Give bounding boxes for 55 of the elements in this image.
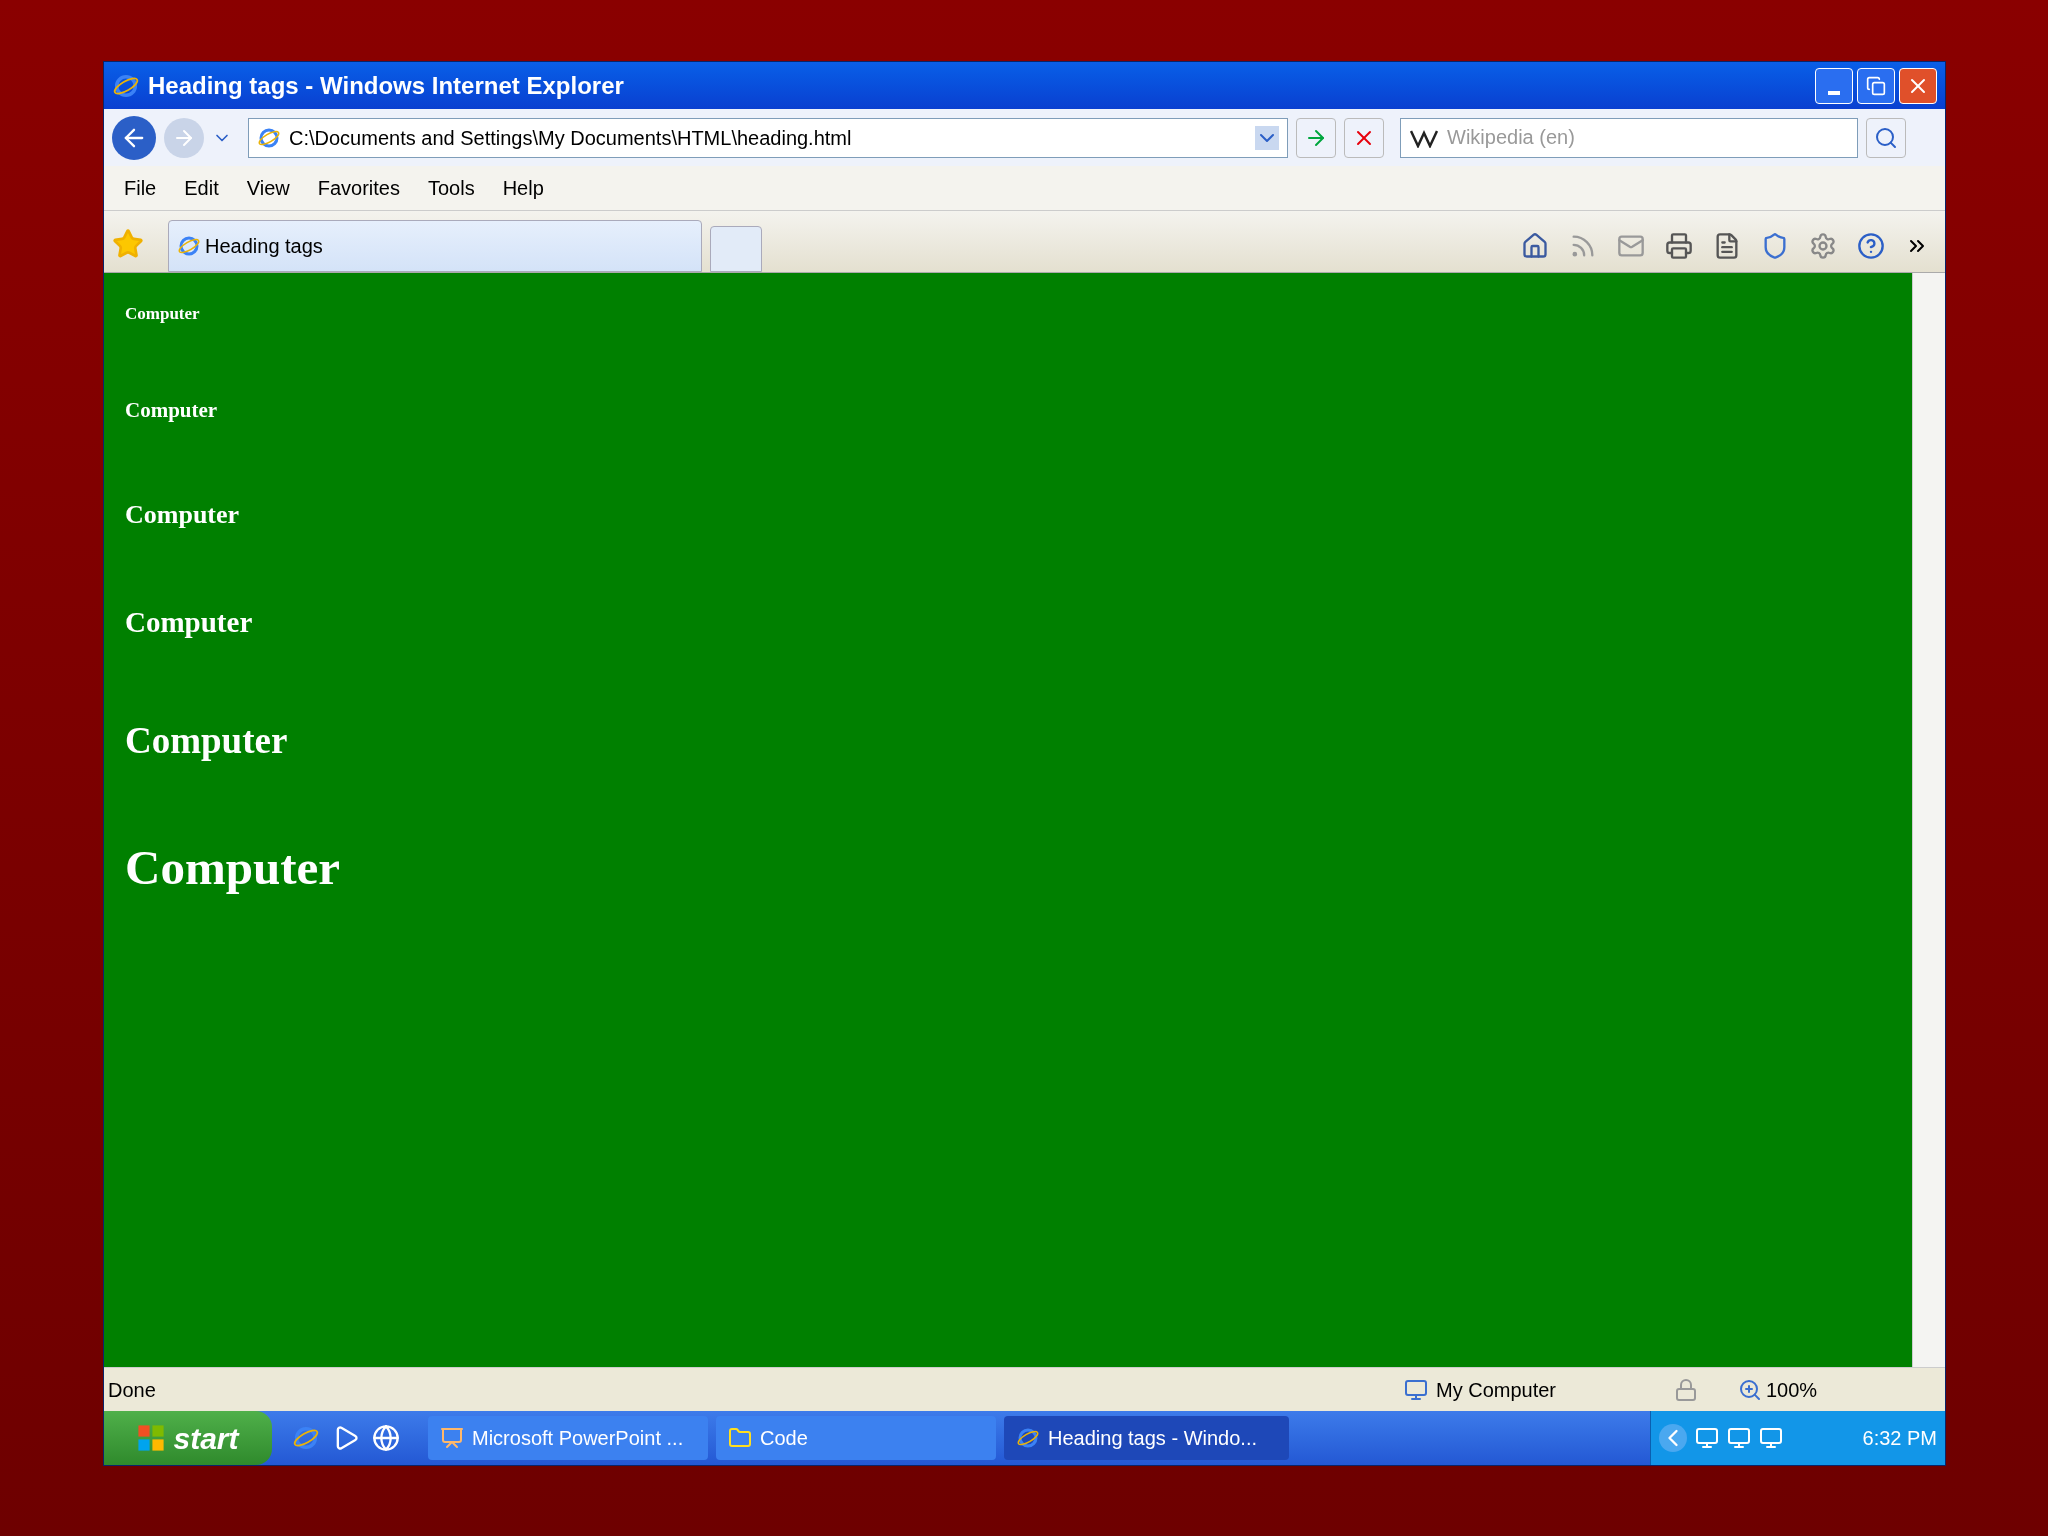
settings-icon[interactable] (1809, 232, 1837, 260)
heading: Computer (125, 720, 288, 761)
computer-icon (1404, 1377, 1428, 1402)
menu-item[interactable]: Edit (172, 173, 231, 203)
minimize-icon (1828, 90, 1840, 95)
zone-text: My Computer (1436, 1377, 1557, 1403)
expand-tray-icon[interactable] (1659, 1424, 1687, 1452)
window-title: Heading tags - Windows Internet Explorer (148, 70, 624, 101)
scrollbar[interactable] (1912, 273, 1945, 1367)
menu-item[interactable]: View (234, 173, 302, 203)
print-icon[interactable] (1665, 232, 1693, 260)
start-button[interactable]: start (104, 1411, 272, 1465)
taskbar-button[interactable]: Code (716, 1416, 996, 1460)
menu-item[interactable]: Help (490, 173, 556, 203)
menu-item[interactable]: Favorites (305, 173, 412, 203)
heading: Computer (125, 304, 200, 323)
search-icon (1874, 125, 1898, 150)
favorites-star-icon[interactable] (112, 228, 144, 260)
display-icon[interactable] (1759, 1426, 1783, 1450)
back-button[interactable] (112, 115, 156, 160)
heading: Computer (125, 606, 253, 638)
menu-item[interactable]: File (112, 173, 169, 203)
heading: Computer (125, 840, 341, 895)
dropdown-icon[interactable] (1255, 125, 1279, 150)
restore-button[interactable] (1857, 67, 1895, 104)
browser-tab[interactable]: Heading tags (168, 220, 702, 272)
heading: Computer (125, 500, 240, 529)
windows-logo-icon (137, 1424, 166, 1452)
address-field[interactable]: C:\Documents and Settings\My Documents\HTML\heading.html (248, 117, 1288, 158)
globe-icon[interactable] (372, 1424, 400, 1452)
zoom-button[interactable]: 100% (1738, 1374, 1818, 1405)
status-text: Done (107, 1377, 157, 1403)
browser-icon (1016, 1426, 1040, 1450)
stop-button[interactable] (1344, 117, 1384, 158)
clock: 6:32 PM (1862, 1426, 1937, 1451)
go-button[interactable] (1296, 117, 1336, 158)
taskbar-button[interactable]: Heading tags - Windo... (1004, 1416, 1289, 1460)
slides-icon (440, 1426, 464, 1450)
help-icon[interactable] (1857, 232, 1885, 260)
minimize-button[interactable] (1815, 67, 1853, 104)
taskbar-button[interactable]: Microsoft PowerPoint ... (428, 1416, 708, 1460)
network-icon[interactable] (1727, 1426, 1751, 1450)
zoom-icon (1738, 1377, 1762, 1402)
close-button[interactable] (1899, 67, 1937, 104)
restore-icon (1866, 75, 1886, 96)
folder-icon (728, 1426, 752, 1450)
network-icon[interactable] (1695, 1426, 1719, 1450)
home-icon[interactable] (1521, 232, 1549, 260)
lock-icon[interactable] (1674, 1377, 1698, 1402)
menu-item[interactable]: Tools (415, 173, 487, 203)
heading: Computer (125, 398, 218, 422)
search-button[interactable] (1866, 117, 1906, 158)
browser-icon (177, 234, 201, 258)
search-field[interactable]: Wikipedia (en) (1400, 117, 1858, 158)
browser-icon (292, 1424, 320, 1452)
